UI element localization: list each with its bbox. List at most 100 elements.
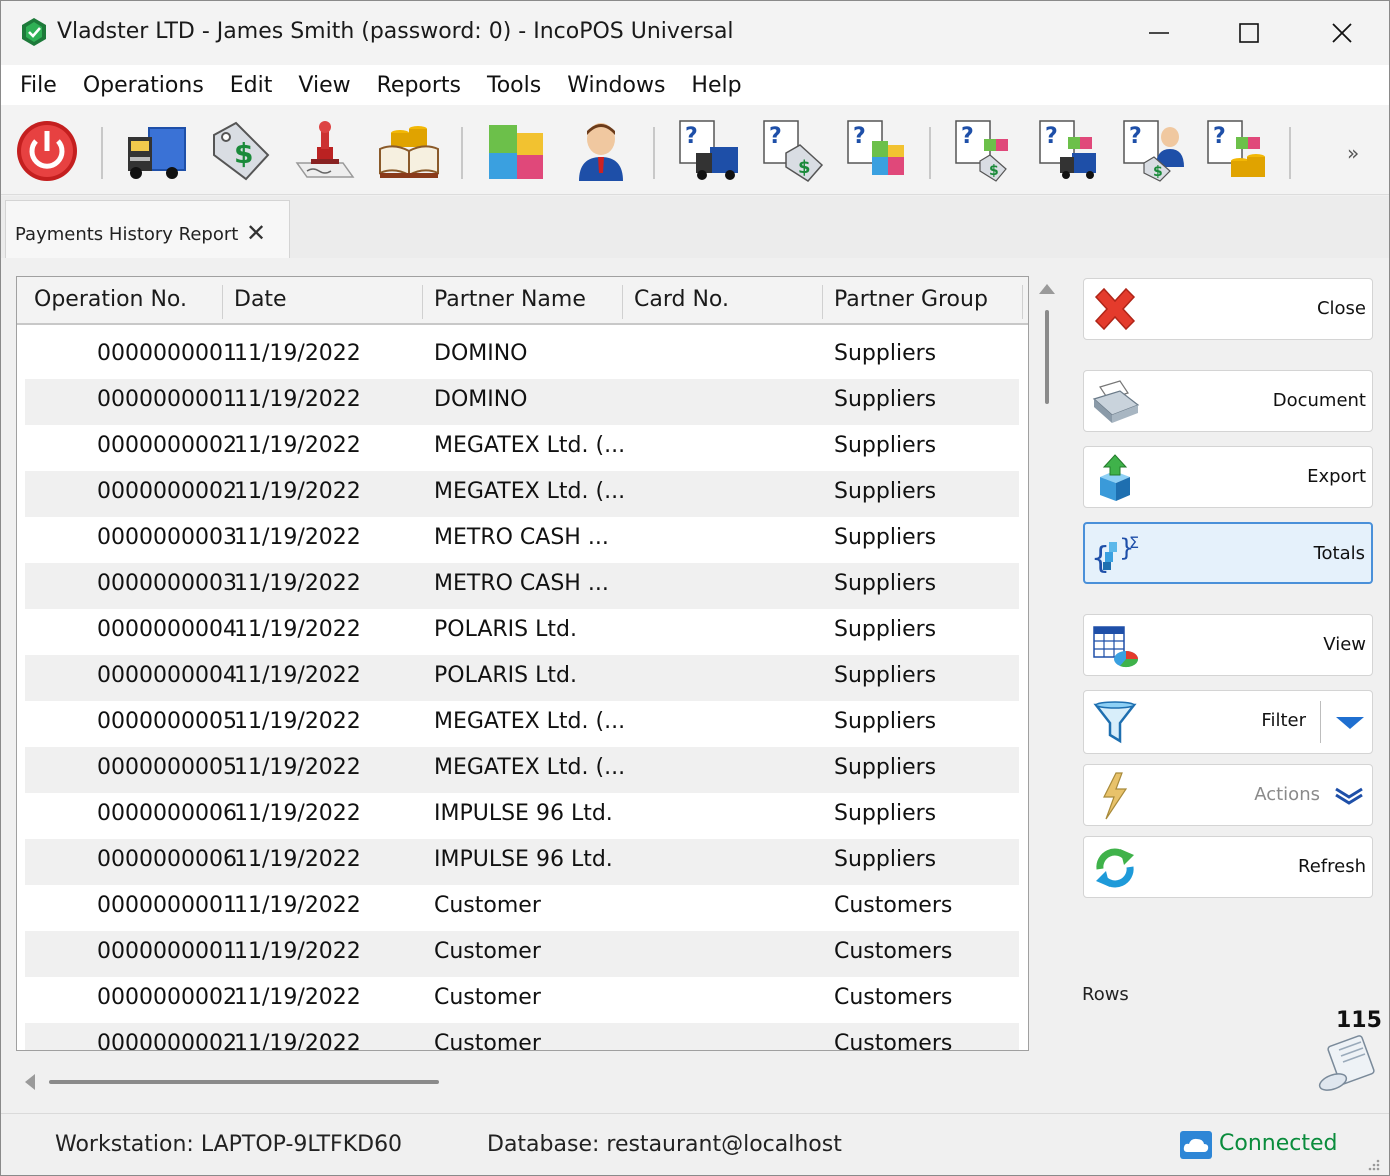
table-row[interactable]: 0000000002 11/19/2022 MEGATEX Ltd. (... Sup… <box>25 425 1019 471</box>
toolbar: $ ? ? $ ? ? $ ? ? $ ? » <box>1 105 1389 195</box>
cell-partner-name: METRO CASH ... <box>434 525 609 550</box>
table-row[interactable]: 0000000001 11/19/2022 DOMINO Suppliers <box>25 379 1019 425</box>
view-button[interactable]: View <box>1083 614 1373 676</box>
cell-date: 11/19/2022 <box>234 1031 361 1051</box>
table-row[interactable]: 0000000001 11/19/2022 Customer Customers <box>25 885 1019 931</box>
table-row[interactable]: 0000000003 11/19/2022 METRO CASH ... Suppli… <box>25 563 1019 609</box>
column-header-partner-group[interactable]: Partner Group <box>817 285 1023 319</box>
toolbar-stock-taking-button[interactable] <box>375 117 443 185</box>
table-row[interactable]: 0000000003 11/19/2022 METRO CASH ... Suppli… <box>25 517 1019 563</box>
svg-text:Σ: Σ <box>1129 533 1139 552</box>
svg-text:?: ? <box>769 124 782 149</box>
toolbar-payments-report-button[interactable]: ? $ <box>951 117 1019 185</box>
toolbar-overflow-button[interactable]: » <box>1347 141 1359 165</box>
vertical-scrollbar-thumb[interactable] <box>1045 310 1049 404</box>
report-payment-icon: ? $ <box>955 120 1008 182</box>
tab-close-icon[interactable]: ✕ <box>246 219 266 247</box>
menu-reports[interactable]: Reports <box>364 73 474 98</box>
rows-count: 115 <box>1336 1008 1382 1033</box>
cell-operation-no: 0000000006 <box>97 847 237 872</box>
tab-payments-history-report[interactable]: Payments History Report ✕ <box>5 200 290 258</box>
column-header-card-no[interactable]: Card No. <box>617 285 823 319</box>
resize-grip-icon[interactable] <box>1365 1156 1381 1172</box>
report-cubes-icon: ? <box>847 120 904 175</box>
close-button[interactable]: Close <box>1083 278 1373 340</box>
cloud-icon <box>1180 1131 1212 1159</box>
toolbar-exit-button[interactable] <box>13 117 81 185</box>
cell-partner-group: Suppliers <box>834 525 937 550</box>
toolbar-payments-items-report-button[interactable]: ? <box>1203 117 1271 185</box>
book-coins-icon <box>379 126 439 178</box>
cell-operation-no: 0000000001 <box>97 939 237 964</box>
maximize-button[interactable] <box>1219 11 1279 55</box>
toolbar-write-off-button[interactable] <box>291 117 359 185</box>
report-payment-person-icon: ? $ <box>1123 120 1184 182</box>
column-header-operation-no[interactable]: Operation No. <box>17 285 223 319</box>
table-row[interactable]: 0000000002 11/19/2022 Customer Customers <box>25 977 1019 1023</box>
toolbar-partners-button[interactable] <box>567 117 635 185</box>
scroll-up-arrow[interactable] <box>1039 284 1055 294</box>
table-row[interactable]: 0000000006 11/19/2022 IMPULSE 96 Ltd. Suppl… <box>25 793 1019 839</box>
cell-operation-no: 0000000002 <box>97 479 237 504</box>
menu-operations[interactable]: Operations <box>70 73 217 98</box>
minimize-button[interactable] <box>1129 11 1189 55</box>
power-icon <box>17 121 77 181</box>
toolbar-purchases-report-button[interactable]: ? <box>675 117 743 185</box>
column-header-partner-name[interactable]: Partner Name <box>417 285 623 319</box>
document-tabs: Payments History Report ✕ <box>1 196 1389 258</box>
filter-dropdown-arrow-icon[interactable] <box>1336 717 1364 729</box>
cell-partner-name: METRO CASH ... <box>434 571 609 596</box>
report-grid[interactable]: Operation No. Date Partner Name Card No.… <box>16 276 1029 1051</box>
cell-date: 11/19/2022 <box>234 617 361 642</box>
menu-bar: File Operations Edit View Reports Tools … <box>1 65 1389 105</box>
cell-date: 11/19/2022 <box>234 341 361 366</box>
menu-windows[interactable]: Windows <box>554 73 678 98</box>
menu-tools[interactable]: Tools <box>474 73 554 98</box>
totals-button[interactable]: { } Σ Totals <box>1083 522 1373 584</box>
refresh-arrows-icon <box>1096 848 1134 888</box>
table-row[interactable]: 0000000006 11/19/2022 IMPULSE 96 Ltd. Suppl… <box>25 839 1019 885</box>
window-close-button[interactable] <box>1312 11 1372 55</box>
toolbar-sales-report-button[interactable]: ? $ <box>759 117 827 185</box>
toolbar-payments-purchases-report-button[interactable]: ? <box>1035 117 1103 185</box>
toolbar-items-report-button[interactable]: ? <box>843 117 911 185</box>
filter-split-divider <box>1320 701 1321 743</box>
table-row[interactable]: 0000000002 11/19/2022 MEGATEX Ltd. (... Sup… <box>25 471 1019 517</box>
menu-edit[interactable]: Edit <box>217 73 286 98</box>
table-row[interactable]: 0000000001 11/19/2022 DOMINO Suppliers <box>25 333 1019 379</box>
report-payment-truck-icon: ? <box>1039 120 1096 179</box>
svg-text:?: ? <box>1213 124 1226 149</box>
table-row[interactable]: 0000000005 11/19/2022 MEGATEX Ltd. (... Sup… <box>25 701 1019 747</box>
filter-button[interactable]: Filter <box>1083 690 1373 754</box>
refresh-button[interactable]: Refresh <box>1083 836 1373 898</box>
table-row[interactable]: 0000000004 11/19/2022 POLARIS Ltd. Supplier… <box>25 655 1019 701</box>
cell-partner-name: MEGATEX Ltd. (... <box>434 755 626 780</box>
scroll-left-arrow[interactable] <box>25 1074 35 1090</box>
table-row[interactable]: 0000000001 11/19/2022 Customer Customers <box>25 931 1019 977</box>
actions-button[interactable]: Actions <box>1083 764 1373 826</box>
toolbar-purchase-button[interactable] <box>121 117 189 185</box>
toolbar-sale-button[interactable]: $ <box>206 117 274 185</box>
menu-file[interactable]: File <box>7 73 70 98</box>
cell-operation-no: 0000000003 <box>97 571 237 596</box>
toolbar-payments-partners-report-button[interactable]: ? $ <box>1119 117 1187 185</box>
svg-text:?: ? <box>685 124 698 149</box>
table-row[interactable]: 0000000004 11/19/2022 POLARIS Ltd. Supplier… <box>25 609 1019 655</box>
table-row[interactable]: 0000000005 11/19/2022 MEGATEX Ltd. (... Sup… <box>25 747 1019 793</box>
toolbar-separator <box>929 127 931 179</box>
cell-partner-name: POLARIS Ltd. <box>434 617 577 642</box>
cell-partner-group: Suppliers <box>834 663 937 688</box>
refresh-button-label: Refresh <box>1298 856 1366 877</box>
column-header-date[interactable]: Date <box>217 285 423 319</box>
export-button[interactable]: Export <box>1083 446 1373 508</box>
horizontal-scrollbar-thumb[interactable] <box>49 1080 439 1084</box>
toolbar-items-button[interactable] <box>483 117 551 185</box>
database-status: Database: restaurant@localhost <box>487 1132 842 1157</box>
document-button[interactable]: Document <box>1083 370 1373 432</box>
menu-view[interactable]: View <box>285 73 363 98</box>
table-row[interactable]: 0000000002 11/19/2022 Customer Customers <box>25 1023 1019 1051</box>
app-window: Vladster LTD - James Smith (password: 0)… <box>0 0 1390 1176</box>
totals-button-label: Totals <box>1313 543 1365 564</box>
cell-operation-no: 0000000005 <box>97 755 237 780</box>
menu-help[interactable]: Help <box>678 73 754 98</box>
